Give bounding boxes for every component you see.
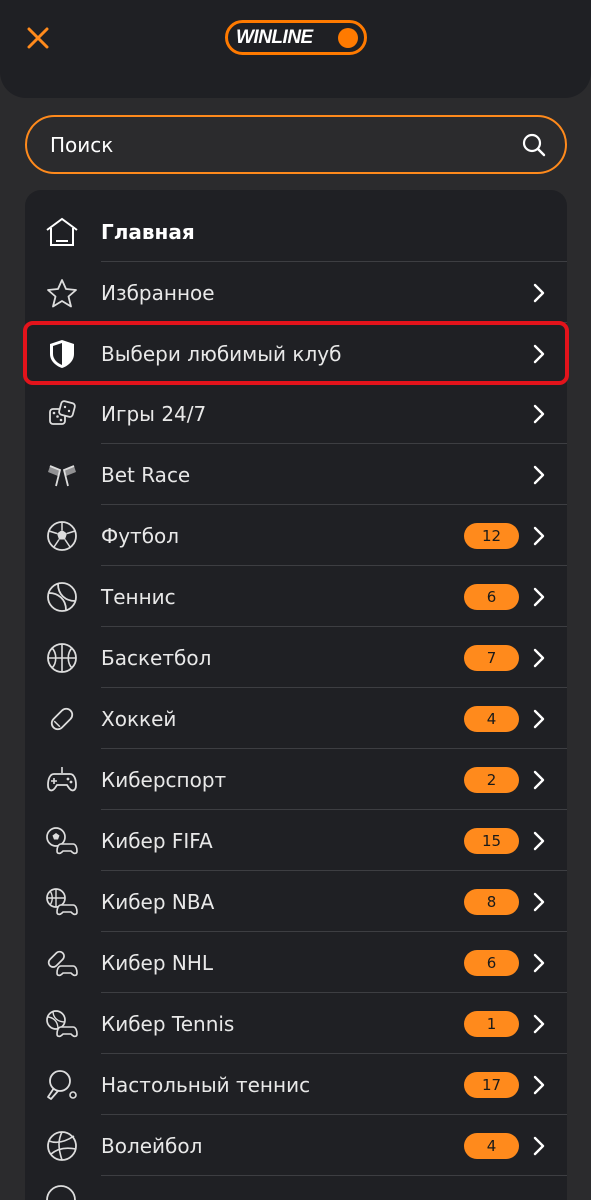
menu-item-esports[interactable]: Киберспорт 2 [25,749,567,810]
event-count-badge: 6 [464,583,519,610]
menu-item-football[interactable]: Футбол 12 [25,505,567,566]
menu-item-games-247[interactable]: Игры 24/7 [25,383,567,444]
menu-item-label: Избранное [101,280,215,305]
chevron-right-icon [533,344,545,363]
chevron-right-icon [533,1136,545,1155]
menu-item-bet-race[interactable]: Bet Race [25,444,567,505]
basketball-icon [45,641,79,675]
menu-item-label: Игры 24/7 [101,401,207,426]
tennis-icon [45,580,79,614]
event-count-badge: 12 [464,522,519,549]
event-count-badge: 17 [464,1071,519,1098]
menu-item-label: Волейбол [101,1133,203,1158]
close-icon [27,27,49,49]
menu-item-tennis[interactable]: Теннис 6 [25,566,567,627]
menu-item-cyber-fifa[interactable]: Кибер FIFA 15 [25,810,567,871]
event-count-badge: 8 [464,888,519,915]
chevron-right-icon [533,404,545,423]
menu-item-label: Баскетбол [101,645,212,670]
chevron-right-icon [533,709,545,728]
menu-item-hockey[interactable]: Хоккей 4 [25,688,567,749]
chevron-right-icon [533,587,545,606]
next-item-icon [45,1184,79,1200]
menu-item-table-tennis[interactable]: Настольный теннис 17 [25,1054,567,1115]
menu-item-label: Хоккей [101,706,177,731]
menu-item-label: Кибер Tennis [101,1011,235,1036]
menu-item-label: Главная [101,219,195,244]
menu-item-volleyball[interactable]: Волейбол 4 [25,1115,567,1176]
top-bar: WINLINE [0,0,591,98]
logo-dot [338,28,358,48]
chevron-right-icon [533,831,545,850]
gamepad-icon [45,763,79,797]
shield-icon [45,337,79,371]
home-icon [45,215,79,249]
hockey-puck-icon [45,702,79,736]
chevron-right-icon [533,953,545,972]
menu-item-basketball[interactable]: Баскетбол 7 [25,627,567,688]
menu-item-cyber-nhl[interactable]: Кибер NHL 6 [25,932,567,993]
menu-item-cyber-nba[interactable]: Кибер NBA 8 [25,871,567,932]
event-count-badge: 7 [464,644,519,671]
chevron-right-icon [533,892,545,911]
close-button[interactable] [22,22,54,54]
menu-item-label: Киберспорт [101,767,227,792]
event-count-badge: 6 [464,949,519,976]
menu-item-favorites[interactable]: Избранное [25,262,567,323]
cyber-basketball-icon [45,885,79,919]
event-count-badge: 2 [464,766,519,793]
cyber-hockey-icon [45,946,79,980]
menu-item-label: Кибер NHL [101,950,214,975]
chevron-right-icon [533,648,545,667]
logo-text: WINLINE [236,26,313,48]
chevron-right-icon [533,465,545,484]
menu-item-label: Теннис [101,584,176,609]
chevron-right-icon [533,1014,545,1033]
menu-item-label: Bet Race [101,462,191,487]
volleyball-icon [45,1129,79,1163]
sports-menu: Главная Избранное Выбери любимый клуб Иг… [25,190,567,1200]
dice-icon [45,397,79,431]
event-count-badge: 15 [464,827,519,854]
cyber-football-icon [45,824,79,858]
cyber-tennis-icon [45,1007,79,1041]
event-count-badge: 4 [464,1132,519,1159]
menu-item-label: Футбол [101,523,180,548]
menu-item-label: Кибер NBA [101,889,215,914]
chevron-right-icon [533,1075,545,1094]
menu-item-label: Кибер FIFA [101,828,213,853]
event-count-badge: 4 [464,705,519,732]
menu-item-cyber-tennis[interactable]: Кибер Tennis 1 [25,993,567,1054]
menu-item-label: Выбери любимый клуб [101,341,342,366]
divider [101,1175,567,1176]
event-count-badge: 1 [464,1010,519,1037]
race-flags-icon [45,458,79,492]
chevron-right-icon [533,526,545,545]
menu-item-home[interactable]: Главная [25,201,567,262]
star-icon [45,276,79,310]
menu-item-label: Настольный теннис [101,1072,311,1097]
chevron-right-icon [533,770,545,789]
football-icon [45,519,79,553]
table-tennis-icon [45,1068,79,1102]
menu-item-favorite-club[interactable]: Выбери любимый клуб [25,323,567,384]
search-input[interactable] [50,132,521,157]
search-icon[interactable] [521,132,547,158]
chevron-right-icon [533,283,545,302]
winline-logo[interactable]: WINLINE [225,20,367,55]
search-bar[interactable] [25,115,567,174]
